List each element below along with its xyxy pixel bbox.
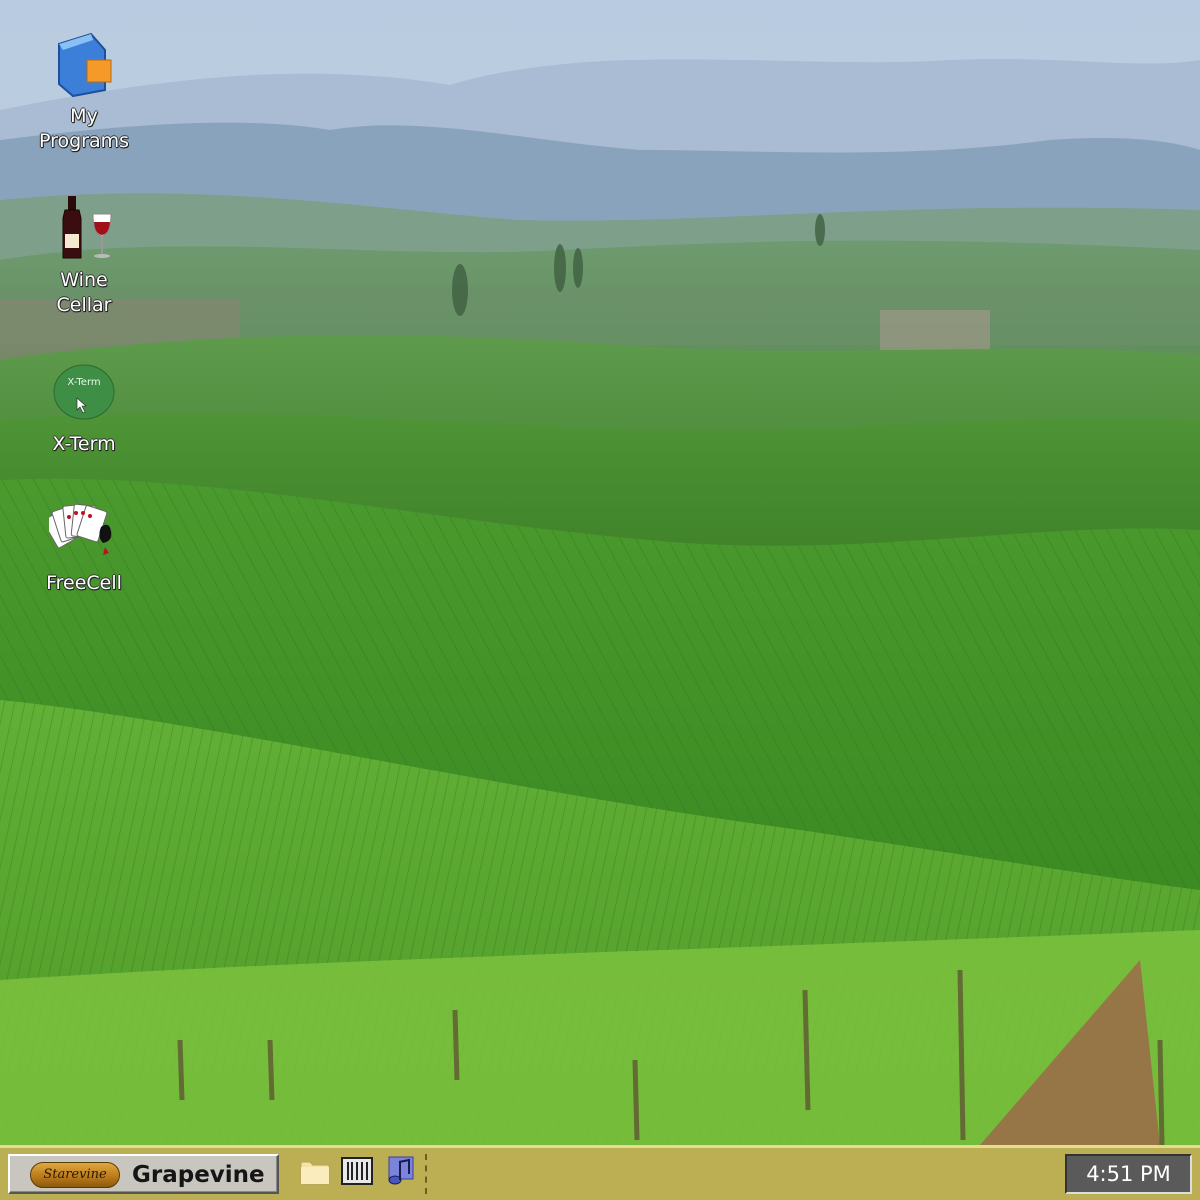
desktop-icon-label: X-Term: [52, 433, 116, 455]
terminal-badge: X-Term: [67, 377, 101, 388]
desktop-icon-label: My Programs: [38, 105, 130, 152]
vineyard-landscape: [0, 0, 1200, 1145]
taskbar-clock[interactable]: 4:51 PM: [1065, 1154, 1192, 1194]
wine-bottle-glass-icon: [49, 194, 119, 264]
desktop-icon-freecell[interactable]: FreeCell: [14, 497, 154, 596]
desktop-icon-wine-cellar[interactable]: Wine Cellar: [14, 194, 154, 318]
taskbar: Starevine Grapevine 4:51 PM: [0, 1145, 1200, 1200]
taskbar-separator: [425, 1154, 427, 1194]
desktop-icon-my-programs[interactable]: My Programs: [14, 30, 154, 154]
playing-cards-icon: [42, 497, 119, 567]
music-note-icon: [388, 1156, 414, 1185]
desktop-icon-x-term[interactable]: X-Term X-Term: [14, 358, 154, 457]
folder-icon: [300, 1161, 330, 1185]
start-logo: Starevine: [30, 1162, 120, 1188]
quick-launch-terminal[interactable]: [340, 1154, 374, 1188]
start-logo-text: Starevine: [43, 1167, 107, 1182]
desktop-icon-label: Wine Cellar: [56, 269, 112, 316]
desktop-wallpaper: [0, 0, 1200, 1145]
folder-icon: [49, 30, 119, 100]
terminal-icon: X-Term: [49, 358, 119, 428]
terminal-app-icon: [341, 1157, 373, 1185]
quick-launch-music[interactable]: [383, 1154, 417, 1188]
desktop-icon-label: FreeCell: [46, 572, 122, 594]
start-label: Grapevine: [132, 1162, 265, 1188]
start-button[interactable]: Starevine Grapevine: [8, 1154, 279, 1194]
quick-launch-file-manager[interactable]: [298, 1154, 332, 1188]
